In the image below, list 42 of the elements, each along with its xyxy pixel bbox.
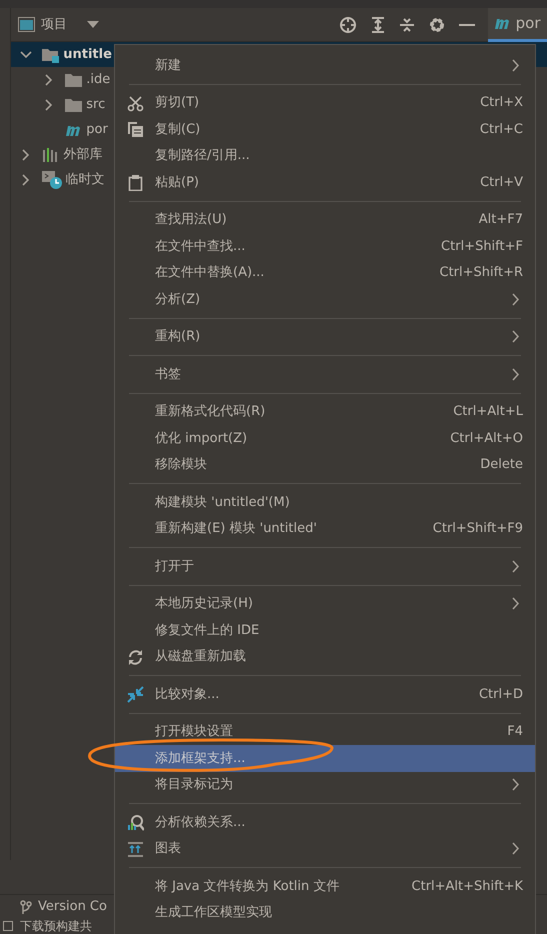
shortcut-text: Ctrl+C xyxy=(480,120,523,138)
shortcut-text: Delete xyxy=(480,456,523,474)
menu-label: 在文件中查找... xyxy=(155,238,246,256)
menu-label: 复制路径/引用... xyxy=(155,147,250,165)
menu-label: 将目录标记为 xyxy=(155,776,233,794)
menu-label: 本地历史记录(H) xyxy=(155,595,253,613)
menu-label: 新建 xyxy=(155,56,181,74)
shortcut-text: Ctrl+Alt+O xyxy=(450,430,523,448)
menu-label: 移除模块 xyxy=(155,456,207,474)
menu-label: 将 Java 文件转换为 Kotlin 文件 xyxy=(155,878,340,896)
menu-label: 打开模块设置 xyxy=(155,723,233,741)
menu-label: 分析依赖关系... xyxy=(155,814,246,832)
menu-label: 书签 xyxy=(155,366,181,384)
menu-label: 重构(R) xyxy=(155,328,200,346)
menu-label: 添加框架支持... xyxy=(155,750,246,768)
menu-label: 构建模块 'untitled'(M) xyxy=(155,494,290,512)
shortcut-text: F4 xyxy=(507,723,523,741)
shortcut-text: Ctrl+D xyxy=(478,686,523,704)
shortcut-text: Alt+F7 xyxy=(478,211,523,229)
menu-label: 比较对象... xyxy=(155,686,220,704)
shortcut-text: Ctrl+V xyxy=(480,174,523,192)
shortcut-text: Ctrl+Alt+Shift+K xyxy=(412,878,523,896)
menu-label: 优化 import(Z) xyxy=(155,430,248,448)
menu-label: 图表 xyxy=(155,840,181,858)
shortcut-text: Ctrl+Shift+R xyxy=(440,264,523,282)
menu-label: 修复文件上的 IDE xyxy=(155,622,260,640)
menu-label: 粘贴(P) xyxy=(155,174,199,192)
menu-label: 生成工作区模型实现 xyxy=(155,904,272,922)
menu-label: 分析(Z) xyxy=(155,290,200,308)
menu-label: 从磁盘重新加载 xyxy=(155,648,246,666)
shortcut-text: Ctrl+X xyxy=(480,94,523,112)
menu-label: 查找用法(U) xyxy=(155,211,227,229)
menu-label: 在文件中替换(A)... xyxy=(155,264,264,282)
status-text: 下载预构建共 xyxy=(20,918,92,934)
menu-label: 复制(C) xyxy=(155,120,200,138)
menu-label: 重新格式化代码(R) xyxy=(155,403,266,421)
shortcut-text: Ctrl+Shift+F9 xyxy=(432,520,523,538)
menu-label: 打开于 xyxy=(155,558,194,576)
menu-label: 重新构建(E) 模块 'untitled' xyxy=(155,520,317,538)
shortcut-text: Ctrl+Shift+F xyxy=(441,238,523,256)
shortcut-text: Ctrl+Alt+L xyxy=(453,403,523,421)
menu-label: 剪切(T) xyxy=(155,94,200,112)
